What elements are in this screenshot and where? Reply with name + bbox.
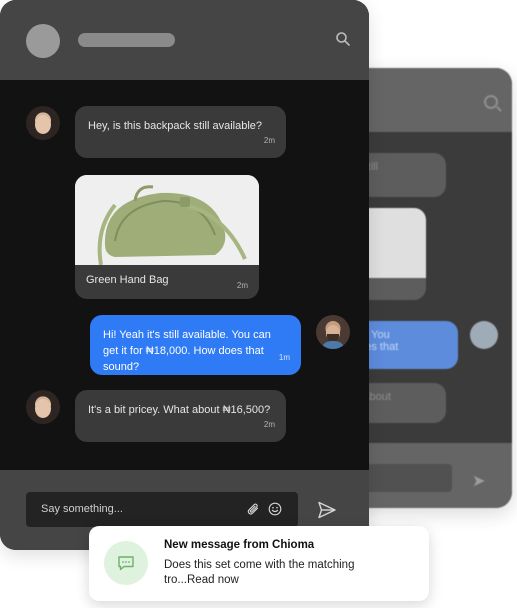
incoming-message-bubble: It's a bit pricey. What about ₦16,500? 2… [75, 390, 286, 442]
message-text: It's a bit pricey. What about ₦16,500? [88, 404, 271, 416]
toast-title: New message from Chioma [164, 539, 315, 551]
background-send-icon: ➤ [472, 473, 486, 490]
background-search-icon [484, 95, 498, 109]
contact-avatar[interactable] [26, 24, 60, 58]
chat-bubble-icon [118, 556, 134, 571]
send-icon[interactable] [317, 500, 337, 520]
contact-name-placeholder [78, 33, 175, 47]
message-text: Hi! Yeah it's still available. You can g… [103, 329, 271, 373]
message-time: 1m [278, 353, 290, 362]
incoming-message-bubble: Hey, is this backpack still available? 2… [75, 106, 286, 158]
message-time: 2m [263, 420, 275, 429]
product-image-card[interactable]: Green Hand Bag 2m [75, 175, 259, 299]
outgoing-message-bubble: Hi! Yeah it's still available. You can g… [90, 315, 301, 375]
message-time: 2m [236, 281, 248, 290]
message-input-placeholder: Say something... [41, 503, 123, 515]
search-icon[interactable] [335, 31, 351, 47]
toast-body[interactable]: Does this set come with the matching tro… [164, 558, 389, 588]
chat-window: Hey, is this backpack still available? 2… [0, 0, 369, 550]
message-time: 2m [263, 136, 275, 145]
new-message-toast[interactable]: New message from Chioma Does this set co… [89, 526, 429, 601]
user-avatar [316, 315, 350, 349]
smiley-icon[interactable] [268, 502, 282, 516]
background-avatar [470, 321, 498, 349]
toast-icon-circle [104, 541, 148, 585]
chat-header [0, 0, 369, 80]
image-caption: Green Hand Bag [86, 274, 169, 286]
sender-avatar [26, 390, 60, 424]
paperclip-icon[interactable] [246, 502, 260, 516]
message-text: Hey, is this backpack still available? [88, 120, 263, 132]
sender-avatar [26, 106, 60, 140]
green-handbag-image [75, 175, 259, 265]
